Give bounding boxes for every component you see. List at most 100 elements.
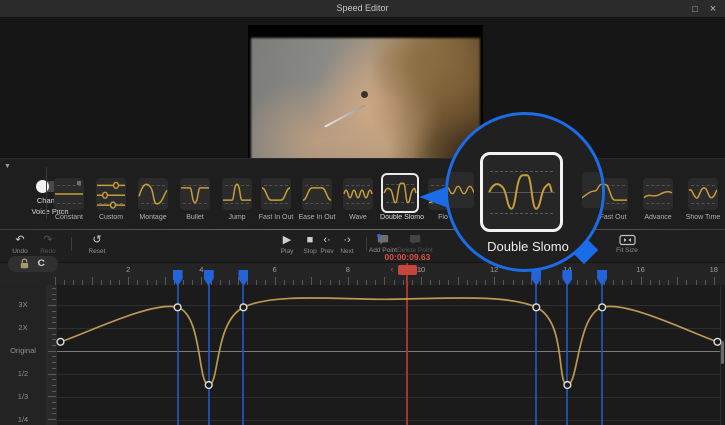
toggle-knob bbox=[36, 180, 49, 193]
ruler-tick bbox=[347, 277, 349, 285]
axis-minor-tick bbox=[52, 384, 56, 386]
fast-in-out-curve-icon bbox=[261, 178, 291, 210]
curve-point[interactable] bbox=[56, 337, 65, 346]
axis-minor-tick bbox=[52, 413, 56, 415]
redo-button[interactable]: ↷ Redo bbox=[30, 233, 66, 255]
video-frame-image bbox=[251, 38, 480, 160]
magnifier-callout: Double Slomo bbox=[445, 112, 605, 272]
double-slomo-curve-icon bbox=[383, 175, 417, 211]
reset-icon: ↺ bbox=[92, 234, 102, 246]
ruler-tick bbox=[164, 277, 166, 285]
preset-advance[interactable] bbox=[643, 178, 673, 210]
lock-icon[interactable] bbox=[19, 258, 30, 270]
axis-minor-tick bbox=[48, 305, 56, 307]
jump-curve-icon bbox=[222, 178, 252, 210]
playhead-next-arrow[interactable]: › bbox=[419, 264, 422, 274]
ruler-tick bbox=[128, 277, 130, 285]
magnifier-label: Double Slomo bbox=[487, 239, 569, 254]
preset-custom[interactable] bbox=[96, 178, 126, 210]
ruler-number: 6 bbox=[272, 265, 277, 274]
curve-point[interactable] bbox=[204, 380, 213, 390]
fit-size-icon bbox=[618, 234, 636, 246]
reset-button[interactable]: ↺ Reset bbox=[79, 233, 115, 255]
ruler-tick bbox=[677, 277, 679, 285]
curve-point[interactable] bbox=[563, 380, 572, 390]
ruler-tick bbox=[494, 277, 496, 285]
speed-axis-ticks bbox=[46, 285, 57, 425]
next-point-button[interactable]: ·› Next bbox=[332, 233, 362, 255]
next-icon: ·› bbox=[343, 234, 351, 246]
vertical-scrollbar-thumb[interactable] bbox=[721, 341, 724, 364]
speed-axis-label: 2X bbox=[18, 323, 28, 332]
ruler-tick bbox=[274, 277, 276, 285]
collapse-panel-icon[interactable]: ▼ bbox=[4, 163, 11, 170]
playhead-handle[interactable] bbox=[397, 265, 417, 275]
curve-point[interactable] bbox=[713, 337, 722, 346]
speed-axis-label: 1/3 bbox=[17, 392, 29, 401]
preset-fast-in-out[interactable] bbox=[261, 178, 291, 210]
preset-montage[interactable] bbox=[138, 178, 168, 210]
axis-minor-tick bbox=[52, 333, 56, 335]
axis-minor-tick bbox=[52, 345, 56, 346]
ruler-number: 8 bbox=[345, 265, 350, 274]
speed-presets-panel: ▼ Change Voice Pitch Constant Custom Monta… bbox=[0, 158, 725, 229]
axis-minor-tick bbox=[48, 350, 56, 352]
axis-minor-tick bbox=[52, 402, 56, 403]
speed-editor-window: Speed Editor □ × ▼ Change Voice Pitch Co… bbox=[0, 0, 725, 425]
playhead-prev-arrow[interactable]: ‹ bbox=[390, 264, 393, 274]
playhead-line bbox=[406, 263, 409, 425]
magnified-neighbor-left bbox=[448, 172, 474, 208]
axis-minor-tick bbox=[52, 362, 56, 364]
speed-axis-label: 1/2 bbox=[17, 369, 29, 378]
redo-icon: ↷ bbox=[43, 234, 53, 246]
axis-minor-tick bbox=[52, 407, 56, 409]
preset-ease-in-out[interactable] bbox=[302, 178, 332, 210]
close-icon[interactable]: × bbox=[705, 2, 721, 16]
preset-wave[interactable] bbox=[343, 178, 373, 210]
speed-curve-graph[interactable] bbox=[0, 285, 725, 425]
speed-axis-label: Original bbox=[10, 346, 36, 355]
curve-point[interactable] bbox=[239, 303, 248, 312]
preset-double-slomo[interactable] bbox=[381, 173, 419, 213]
preset-constant[interactable] bbox=[54, 178, 84, 210]
curve-tools-pill: C bbox=[8, 256, 58, 272]
bullet-curve-icon bbox=[180, 178, 210, 210]
panel-divider bbox=[46, 167, 47, 219]
preset-show-time[interactable] bbox=[688, 178, 718, 210]
curve-mode-icon[interactable]: C bbox=[38, 258, 45, 268]
timeline-ruler[interactable]: 2 4 6 8 10 12 14 16 18 bbox=[0, 262, 725, 285]
gridline-Original bbox=[57, 351, 720, 352]
axis-minor-tick bbox=[48, 419, 56, 421]
axis-minor-tick bbox=[48, 396, 56, 398]
delete-point-button[interactable]: Delete Point bbox=[392, 233, 438, 254]
toolbar: ↶ Undo ↷ Redo ↺ Reset ▶ Play ■ Stop ‹· P… bbox=[0, 230, 725, 262]
speed-axis-labels: 3X 2X Original 1/2 1/3 1/4 bbox=[0, 285, 46, 425]
fit-size-button[interactable]: Fit Size bbox=[609, 233, 645, 254]
curve-point[interactable] bbox=[598, 303, 607, 312]
magnified-double-slomo-tile[interactable] bbox=[480, 152, 563, 232]
ruler-tick bbox=[713, 277, 715, 285]
curve-point[interactable] bbox=[532, 303, 541, 312]
ruler-tick bbox=[55, 277, 56, 285]
makeup-brush-tip bbox=[361, 91, 368, 98]
curve-point[interactable] bbox=[173, 303, 182, 312]
maximize-icon[interactable]: □ bbox=[687, 2, 703, 16]
ruler-number: 18 bbox=[709, 265, 718, 274]
axis-minor-tick bbox=[52, 367, 56, 369]
speed-axis-label: 3X bbox=[18, 300, 28, 309]
axis-minor-tick bbox=[48, 327, 56, 329]
ease-in-out-curve-icon bbox=[302, 178, 332, 210]
axis-minor-tick bbox=[48, 373, 56, 375]
ruler-tick bbox=[640, 277, 642, 285]
gridline-1/2 bbox=[57, 374, 720, 375]
add-point-flag-icon bbox=[377, 234, 389, 245]
ruler-tick bbox=[311, 277, 313, 285]
preset-jump[interactable] bbox=[222, 178, 252, 210]
delete-point-flag-icon bbox=[409, 235, 421, 245]
constant-curve-icon bbox=[54, 178, 84, 210]
show-time-curve-icon bbox=[688, 178, 718, 210]
preset-bullet[interactable] bbox=[180, 178, 210, 210]
axis-minor-tick bbox=[52, 293, 56, 295]
axis-minor-tick bbox=[52, 310, 56, 312]
gridline-3X bbox=[57, 305, 720, 306]
